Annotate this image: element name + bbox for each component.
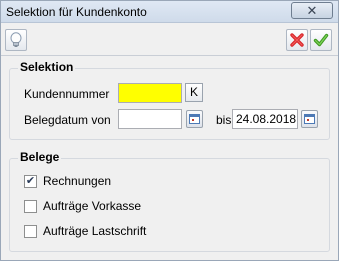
checkbox-label: Aufträge Lastschrift [43, 224, 147, 238]
checkbox-rechnungen[interactable]: ✔ Rechnungen [24, 173, 111, 189]
hint-button[interactable] [5, 29, 27, 51]
green-check-icon [313, 33, 329, 47]
bis-label: bis [216, 113, 232, 127]
belege-group-title: Belege [18, 150, 62, 164]
close-icon: ✕ [306, 2, 318, 18]
ok-button[interactable] [310, 29, 332, 51]
cancel-button[interactable] [286, 29, 308, 51]
checkbox-box[interactable] [24, 224, 37, 238]
lightbulb-icon [10, 32, 22, 47]
checkmark-icon: ✔ [25, 174, 36, 187]
kundennummer-label: Kundennummer [24, 87, 110, 101]
belege-group: Belege ✔ Rechnungen Aufträge Vorkasse Au… [9, 150, 330, 252]
checkbox-box[interactable] [24, 199, 37, 213]
toolbar [5, 27, 334, 57]
selektion-group-title: Selektion [18, 60, 76, 74]
window-title: Selektion für Kundenkonto [6, 5, 147, 19]
checkbox-label: Rechnungen [43, 174, 112, 188]
belegdatum-von-input[interactable] [118, 109, 182, 129]
calendar-bis-icon[interactable] [301, 110, 318, 128]
kundennummer-input[interactable] [118, 83, 182, 103]
checkbox-auftraege-lastschrift[interactable]: Aufträge Lastschrift [24, 223, 146, 239]
title-bar: Selektion für Kundenkonto ✕ [1, 1, 338, 23]
belegdatum-label: Belegdatum von [24, 113, 111, 127]
red-x-icon [290, 33, 304, 47]
kunde-lookup-button[interactable]: K [185, 83, 203, 102]
selektion-group: Selektion Kundennummer K Belegdatum von … [9, 60, 330, 140]
checkbox-label: Aufträge Vorkasse [43, 199, 142, 213]
belegdatum-bis-input[interactable]: 24.08.2018 [232, 109, 298, 129]
close-button[interactable]: ✕ [291, 2, 333, 19]
dialog-window: Selektion für Kundenkonto ✕ Selektion Ku… [0, 0, 339, 261]
checkbox-auftraege-vorkasse[interactable]: Aufträge Vorkasse [24, 198, 141, 214]
checkbox-box[interactable]: ✔ [24, 174, 37, 188]
toolbar-divider [1, 55, 338, 56]
calendar-von-icon[interactable] [186, 110, 203, 128]
